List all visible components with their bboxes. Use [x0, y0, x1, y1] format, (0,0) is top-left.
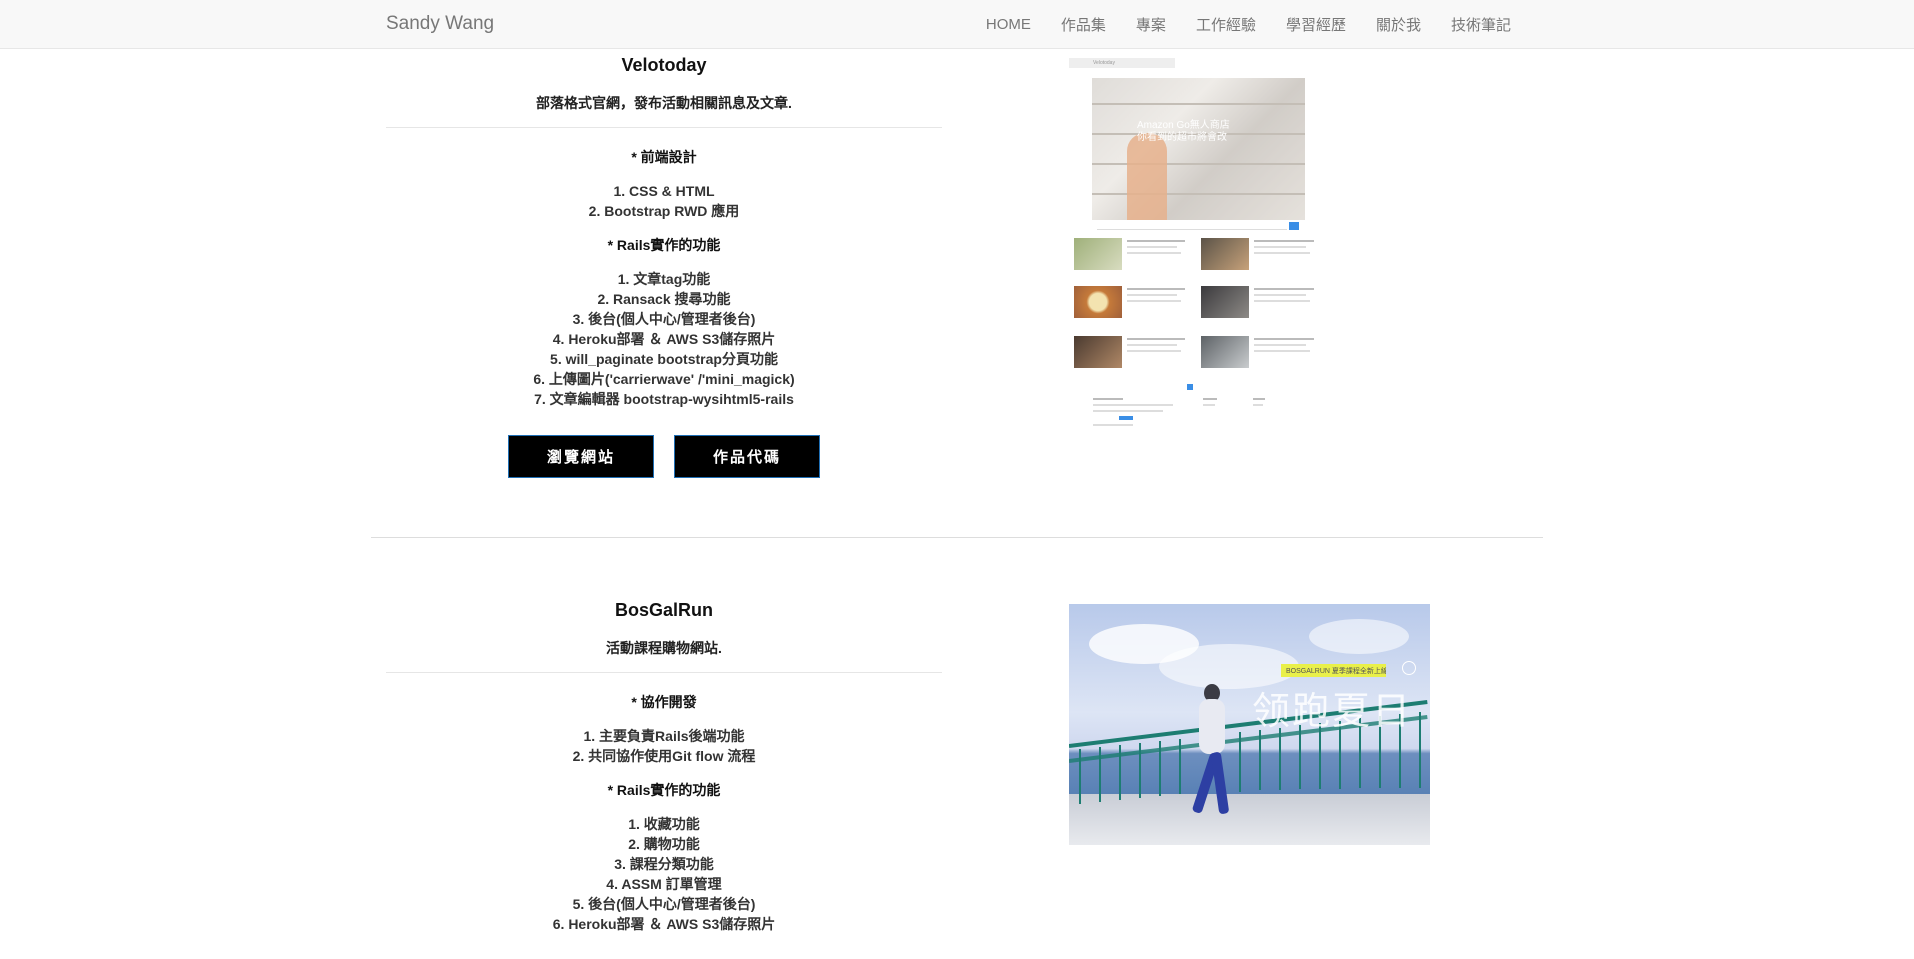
play-icon [1402, 661, 1416, 675]
divider [386, 672, 942, 673]
screenshot-hero: Amazon Go無人商店 你看到的超市將會改 [1092, 78, 1305, 220]
list-item: 5. will_paginate bootstrap分頁功能 [550, 351, 778, 367]
screenshot-footer [1093, 396, 1293, 426]
article-thumbnail [1074, 286, 1122, 318]
list-item: 6. 上傳圖片('carrierwave' /'mini_magick) [533, 371, 795, 387]
list-item: 6. Heroku部署 ＆ AWS S3儲存照片 [552, 916, 776, 932]
bosgalrun-image: BOSGALRUN 夏季課程全新上線 领跑夏日 [1069, 604, 1430, 845]
image-headline: 领跑夏日 [1252, 689, 1413, 733]
feature-list: 1. 收藏功能 2. 購物功能 3. 課程分類功能 4. ASSM 訂單管理 5… [386, 814, 942, 934]
section-divider [371, 537, 1543, 538]
section-heading: * Rails實作的功能 [607, 237, 721, 253]
hero-text: Amazon Go無人商店 你看到的超市將會改 [1137, 120, 1230, 143]
project-description: 部落格式官網，發布活動相關訊息及文章. [536, 95, 792, 111]
list-item: 5. 後台(個人中心/管理者後台) [572, 896, 756, 912]
list-item: 1. 文章tag功能 [617, 271, 711, 287]
nav-item-home[interactable]: HOME [971, 0, 1046, 49]
search-icon [1289, 222, 1299, 230]
list-item: 2. Ransack 搜尋功能 [597, 291, 731, 307]
article-thumbnail [1201, 336, 1249, 368]
nav-item-tech-notes[interactable]: 技術筆記 [1436, 0, 1526, 49]
screenshot-topbar: Velotoday [1069, 58, 1175, 68]
list-item: 2. 購物功能 [628, 836, 700, 852]
project-title: BosGalRun [614, 600, 713, 620]
project-title: Velotoday [621, 55, 707, 75]
project-details: BosGalRun 活動課程購物網站. * 協作開發 1. 主要負責Rails後… [386, 600, 942, 948]
brand-link[interactable]: Sandy Wang [386, 13, 494, 35]
nav-item-about[interactable]: 關於我 [1361, 0, 1436, 49]
list-item: 1. 收藏功能 [628, 816, 700, 832]
list-item: 1. 主要負責Rails後端功能 [583, 728, 745, 744]
list-item: 4. Heroku部署 ＆ AWS S3儲存照片 [552, 331, 776, 347]
feature-list: 1. 主要負責Rails後端功能 2. 共同協作使用Git flow 流程 [386, 726, 942, 766]
list-item: 3. 課程分類功能 [614, 856, 714, 872]
source-code-button[interactable]: 作品代碼 [674, 435, 820, 478]
article-thumbnail [1201, 238, 1249, 270]
nav-menu: HOME 作品集 專案 工作經驗 學習經歷 關於我 技術筆記 [971, 0, 1526, 49]
feature-list: 1. CSS & HTML 2. Bootstrap RWD 應用 [386, 181, 942, 221]
list-item: 7. 文章編輯器 bootstrap-wysihtml5-rails [534, 391, 794, 407]
screenshot-search-bar [1097, 224, 1287, 230]
velotoday-screenshot: Velotoday Amazon Go無人商店 你看到的超市將會改 [1069, 58, 1324, 438]
divider [386, 127, 942, 128]
button-row: 瀏覽網站 作品代碼 [386, 435, 942, 478]
image-banner: BOSGALRUN 夏季課程全新上線 [1281, 664, 1386, 677]
list-item: 2. Bootstrap RWD 應用 [588, 203, 740, 219]
nav-item-education[interactable]: 學習經歷 [1271, 0, 1361, 49]
screenshot-pager [1187, 384, 1193, 390]
section-heading: * Rails實作的功能 [607, 782, 721, 798]
list-item: 3. 後台(個人中心/管理者後台) [572, 311, 756, 327]
project-details: Velotoday 部落格式官網，發布活動相關訊息及文章. * 前端設計 1. … [386, 55, 942, 478]
list-item: 1. CSS & HTML [613, 183, 715, 199]
project-description: 活動課程購物網站. [606, 640, 722, 656]
article-thumbnail [1201, 286, 1249, 318]
section-heading: * 協作開發 [631, 694, 697, 710]
article-thumbnail [1074, 238, 1122, 270]
list-item: 4. ASSM 訂單管理 [606, 876, 722, 892]
nav-item-portfolio[interactable]: 作品集 [1046, 0, 1121, 49]
nav-item-projects[interactable]: 專案 [1121, 0, 1181, 49]
list-item: 2. 共同協作使用Git flow 流程 [572, 748, 756, 764]
article-thumbnail [1074, 336, 1122, 368]
browse-site-button[interactable]: 瀏覽網站 [508, 435, 654, 478]
section-heading: * 前端設計 [631, 149, 697, 165]
nav-item-work-experience[interactable]: 工作經驗 [1181, 0, 1271, 49]
feature-list: 1. 文章tag功能 2. Ransack 搜尋功能 3. 後台(個人中心/管理… [386, 269, 942, 409]
navbar: Sandy Wang HOME 作品集 專案 工作經驗 學習經歷 關於我 技術筆… [0, 0, 1914, 49]
